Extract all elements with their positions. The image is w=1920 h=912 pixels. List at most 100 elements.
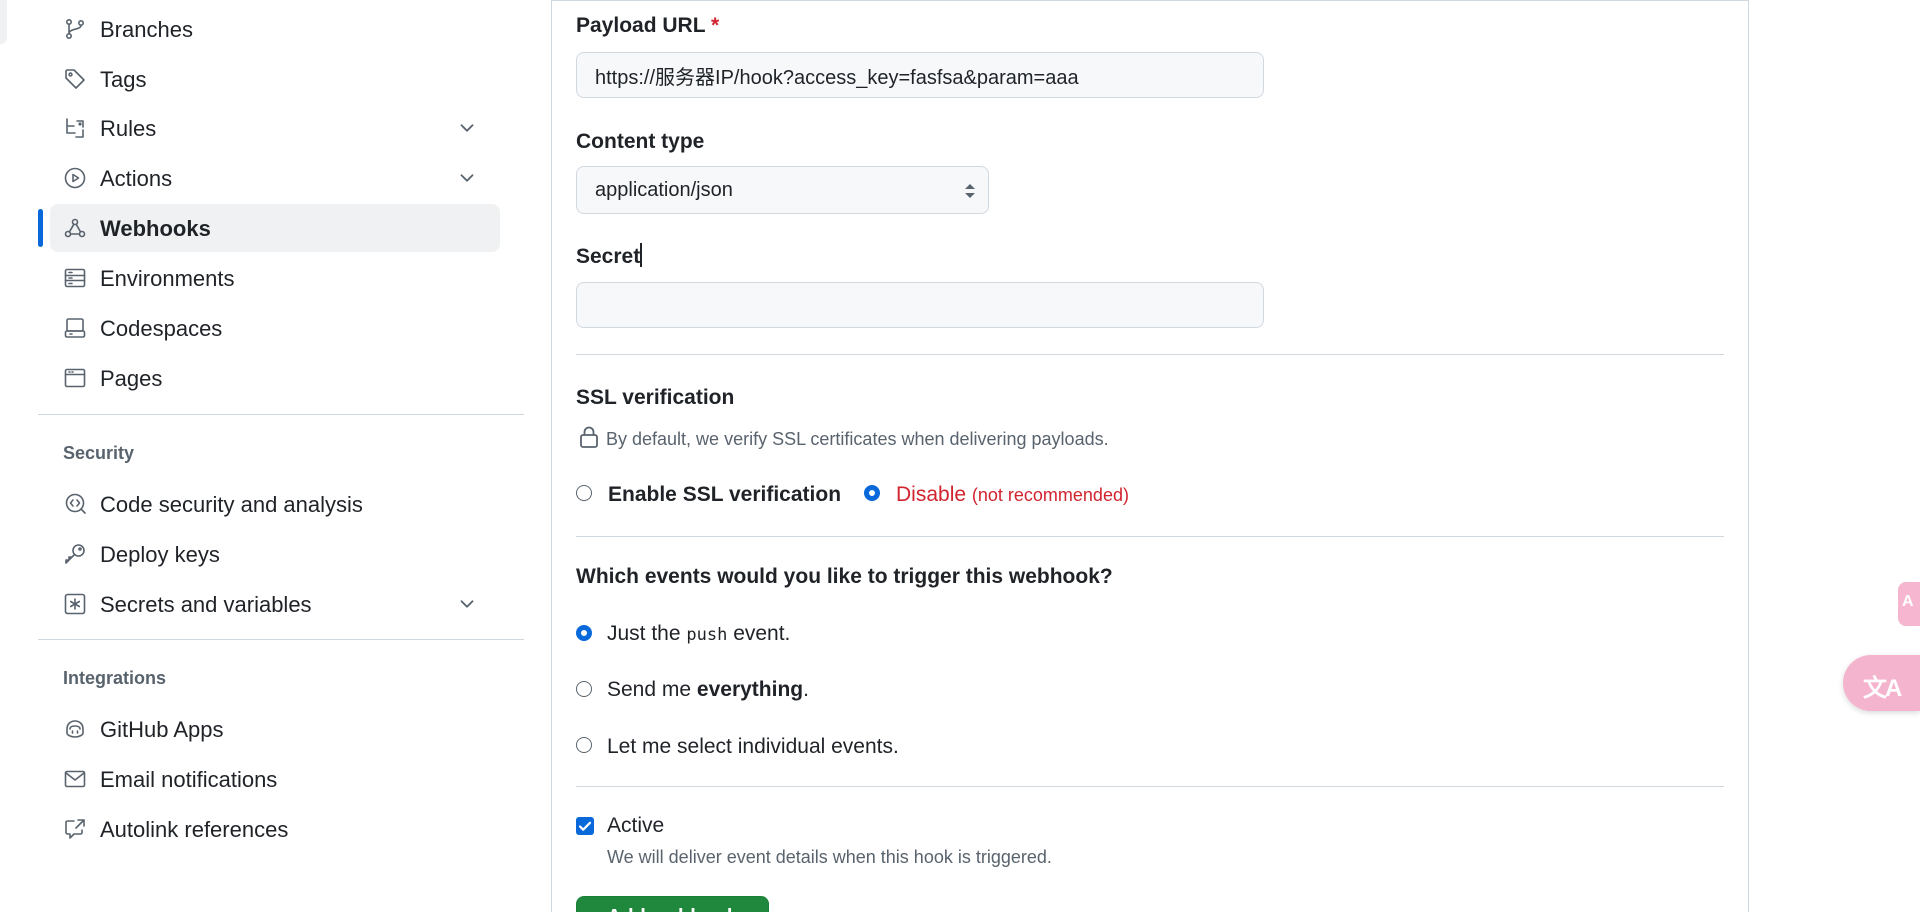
sidebar-item-pages[interactable]: Pages (50, 354, 500, 402)
sidebar-item-label: Secrets and variables (100, 592, 312, 617)
event-everything-radio[interactable] (576, 681, 592, 697)
ssl-enable-label[interactable]: Enable SSL verification (608, 483, 841, 507)
section-divider (576, 354, 1724, 355)
copilot-icon (63, 717, 87, 741)
sidebar-item-label: Codespaces (100, 316, 223, 341)
payload-url-input[interactable] (576, 52, 1264, 98)
event-push-radio[interactable] (576, 625, 592, 641)
codescan-icon (63, 492, 87, 516)
sidebar-item-label: Rules (100, 116, 157, 141)
event-individual-radio[interactable] (576, 737, 592, 753)
text-cursor (640, 243, 643, 267)
required-mark: * (711, 14, 720, 37)
lock-icon (579, 425, 599, 449)
sidebar-item-label: Tags (100, 67, 147, 92)
sidebar-item-label: Deploy keys (100, 542, 220, 567)
sidebar-item-actions[interactable]: Actions (50, 154, 500, 202)
event-everything-prefix: Send me (607, 678, 692, 701)
ssl-disable-radio[interactable] (864, 485, 880, 501)
event-everything-label[interactable]: Send me everything. (607, 678, 809, 702)
sidebar-item-tags[interactable]: Tags (50, 55, 500, 103)
select-arrows-icon (964, 181, 976, 201)
sidebar-section-security: Security (63, 443, 135, 463)
settings-page: Branches Tags Rules Actions Webhooks Env… (0, 0, 1920, 912)
key-icon (63, 542, 87, 566)
ssl-enable-radio[interactable] (576, 485, 592, 501)
git-branch-icon (63, 17, 87, 41)
sidebar-item-code-security[interactable]: Code security and analysis (50, 480, 500, 528)
sidebar-item-github-apps[interactable]: GitHub Apps (50, 705, 500, 753)
payload-url-label-text: Payload URL (576, 14, 706, 37)
event-push-prefix: Just the (607, 622, 681, 645)
event-everything-strong: everything (696, 678, 804, 701)
content-top-border (551, 0, 1749, 1)
sidebar-item-label: Pages (100, 366, 163, 391)
ssl-note: By default, we verify SSL certificates w… (606, 429, 1109, 449)
add-webhook-button[interactable]: Add webhook (576, 896, 769, 912)
checkmark-icon (578, 821, 592, 831)
translate-side-tab[interactable]: A (1898, 582, 1920, 626)
sidebar-divider (38, 639, 524, 640)
chevron-down-icon[interactable] (456, 593, 478, 615)
tag-icon (63, 67, 87, 91)
section-divider (576, 536, 1724, 537)
sidebar-divider (38, 414, 524, 415)
secret-label-text: Secret (576, 245, 641, 268)
asterisk-icon (63, 592, 87, 616)
sidebar-item-rules[interactable]: Rules (50, 104, 500, 152)
sidebar-item-label: GitHub Apps (100, 717, 224, 742)
content-type-value: application/json (595, 179, 733, 201)
active-checkbox[interactable] (576, 817, 594, 835)
event-everything-suffix: . (803, 678, 809, 701)
ssl-disable-note: (not recommended) (971, 485, 1129, 505)
chevron-down-icon[interactable] (456, 167, 478, 189)
sidebar-item-label: Branches (100, 17, 193, 42)
sidebar-item-environments[interactable]: Environments (50, 254, 500, 302)
secret-label: Secret (576, 243, 643, 269)
codespaces-icon (63, 316, 87, 340)
webhook-icon (63, 216, 87, 240)
active-note: We will deliver event details when this … (607, 847, 1052, 867)
browser-icon (63, 366, 87, 390)
sidebar-item-label: Autolink references (100, 817, 289, 842)
translate-floating-button[interactable]: 文A (1843, 655, 1920, 711)
sidebar-item-codespaces[interactable]: Codespaces (50, 304, 500, 352)
left-gutter-marker (0, 0, 7, 44)
content-right-border (1748, 0, 1749, 912)
sidebar-item-email-notifications[interactable]: Email notifications (50, 755, 500, 803)
sidebar-item-label: Environments (100, 266, 235, 291)
active-label[interactable]: Active (607, 814, 664, 838)
server-icon (63, 266, 87, 290)
play-icon (63, 166, 87, 190)
sidebar-item-webhooks[interactable]: Webhooks (50, 204, 500, 252)
chevron-down-icon[interactable] (456, 117, 478, 139)
selected-indicator (38, 209, 43, 247)
translate-icon: A (1902, 593, 1914, 610)
cross-reference-icon (63, 817, 87, 841)
translate-icon: 文A (1863, 675, 1902, 702)
sidebar-item-deploy-keys[interactable]: Deploy keys (50, 530, 500, 578)
events-title: Which events would you like to trigger t… (576, 565, 1113, 588)
sidebar-item-branches[interactable]: Branches (50, 5, 500, 53)
section-divider (576, 786, 1724, 787)
event-push-suffix: event. (733, 622, 791, 645)
ssl-disable-label: Disable (896, 483, 967, 506)
sidebar-item-autolink-references[interactable]: Autolink references (50, 805, 500, 853)
ssl-disable-option[interactable]: Disable (not recommended) (896, 483, 1129, 507)
content-type-select[interactable]: application/json (576, 166, 989, 214)
ssl-verification-title: SSL verification (576, 386, 735, 409)
sidebar-item-label: Actions (100, 166, 173, 191)
sidebar-section-integrations: Integrations (63, 668, 167, 688)
rules-icon (63, 116, 87, 140)
event-push-code: push (686, 625, 728, 645)
content-type-label: Content type (576, 130, 705, 153)
sidebar-item-label: Webhooks (100, 216, 211, 241)
sidebar-item-label: Code security and analysis (100, 492, 363, 517)
payload-url-label: Payload URL * (576, 14, 719, 38)
secret-input[interactable] (576, 282, 1264, 328)
sidebar-item-secrets[interactable]: Secrets and variables (50, 580, 500, 628)
event-push-label[interactable]: Just the push event. (607, 622, 790, 646)
sidebar-item-label: Email notifications (100, 767, 278, 792)
event-individual-label[interactable]: Let me select individual events. (607, 735, 899, 759)
mail-icon (63, 767, 87, 791)
